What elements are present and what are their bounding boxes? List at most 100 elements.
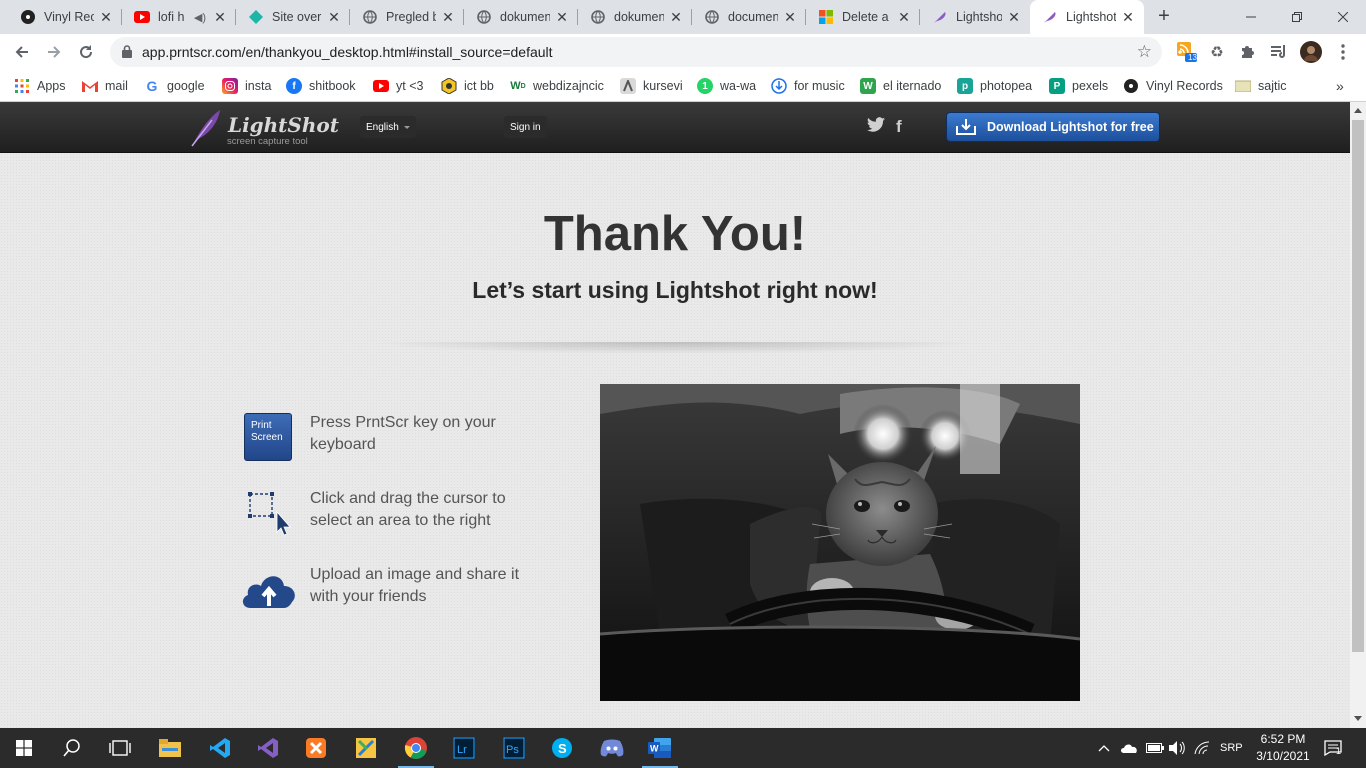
recycle-extension-icon[interactable]: ♻ [1206, 41, 1228, 63]
tab-lofi[interactable]: lofi h ◀) ✕ [122, 0, 236, 34]
sign-in-button[interactable]: Sign in [504, 116, 547, 138]
bookmark-pexels[interactable]: P pexels [1049, 76, 1108, 96]
visual-studio-icon[interactable] [244, 728, 292, 768]
lock-icon [122, 45, 132, 61]
word-icon[interactable]: W [636, 728, 684, 768]
notifications-icon[interactable]: 1 [1324, 728, 1342, 768]
tab-pregled[interactable]: Pregled b ✕ [350, 0, 464, 34]
close-tab-icon[interactable]: ✕ [326, 9, 342, 25]
battery-icon[interactable] [1146, 728, 1164, 768]
search-icon[interactable] [48, 728, 96, 768]
bookmark-apps[interactable]: Apps [14, 76, 66, 96]
speaker-icon[interactable]: ◀) [194, 11, 206, 24]
bookmark-sajtic[interactable]: sajtic [1235, 76, 1286, 96]
tab-dokumen-1[interactable]: dokumen ✕ [464, 0, 578, 34]
logo-name: LightShot [228, 113, 339, 137]
input-language-indicator[interactable]: SRP [1220, 728, 1243, 768]
menu-kebab-icon[interactable] [1332, 41, 1354, 63]
close-tab-icon[interactable]: ✕ [668, 9, 684, 25]
bookmark-el-iternado[interactable]: W el iternado [860, 76, 941, 96]
svg-text:W: W [650, 744, 659, 754]
close-tab-icon[interactable]: ✕ [440, 9, 456, 25]
bookmark-star-icon[interactable]: ☆ [1137, 42, 1152, 62]
minimize-button[interactable] [1228, 0, 1274, 34]
bookmark-shitbook[interactable]: f shitbook [286, 76, 356, 96]
more-bookmarks-chevron-icon[interactable]: » [1336, 76, 1344, 96]
profile-avatar[interactable] [1300, 41, 1322, 63]
extensions-puzzle-icon[interactable] [1236, 41, 1258, 63]
photopea-icon: p [957, 78, 973, 94]
app-icon[interactable] [342, 728, 390, 768]
close-tab-icon[interactable]: ✕ [212, 9, 228, 25]
tab-documen[interactable]: documen ✕ [692, 0, 806, 34]
close-tab-icon[interactable]: ✕ [896, 9, 912, 25]
bookmark-wa-wa[interactable]: 1 wa-wa [697, 76, 756, 96]
bookmark-ict-bb[interactable]: ict bb [441, 76, 494, 96]
bookmark-vinyl-records[interactable]: Vinyl Records [1123, 76, 1223, 96]
chrome-icon[interactable] [392, 728, 440, 768]
download-button-label: Download Lightshot for free [987, 120, 1154, 134]
scroll-up-arrow-icon[interactable] [1354, 108, 1362, 113]
vscode-icon[interactable] [196, 728, 244, 768]
globe-icon [590, 9, 606, 25]
svg-text:Ps: Ps [506, 744, 519, 756]
show-hidden-icons-chevron-icon[interactable] [1098, 728, 1110, 768]
tab-lightshot-1[interactable]: Lightshot ✕ [920, 0, 1030, 34]
tab-dokumen-2[interactable]: dokumen ✕ [578, 0, 692, 34]
forward-button[interactable] [40, 38, 68, 66]
photoshop-icon[interactable]: Ps [490, 728, 538, 768]
tab-title: Lightshot [1066, 10, 1116, 24]
restore-button[interactable] [1274, 0, 1320, 34]
tab-vinyl-records[interactable]: Vinyl Rec ✕ [8, 0, 122, 34]
twitter-icon[interactable] [867, 117, 885, 137]
bookmark-mail[interactable]: mail [82, 76, 128, 96]
bookmark-kursevi[interactable]: kursevi [620, 76, 683, 96]
system-clock[interactable]: 6:52 PM 3/10/2021 [1248, 731, 1318, 765]
tab-title: Vinyl Rec [44, 10, 94, 24]
tab-lightshot-active[interactable]: Lightshot ✕ [1030, 0, 1144, 34]
facebook-icon[interactable]: f [896, 117, 902, 137]
lightroom-icon[interactable]: Lr [440, 728, 488, 768]
tab-site-overview[interactable]: Site over ✕ [236, 0, 350, 34]
skype-icon[interactable]: S [538, 728, 586, 768]
reload-button[interactable] [72, 38, 100, 66]
close-tab-icon[interactable]: ✕ [782, 9, 798, 25]
page-title: Thank You! [543, 207, 807, 261]
close-tab-icon[interactable]: ✕ [1120, 9, 1136, 25]
bookmark-photopea[interactable]: p photopea [957, 76, 1032, 96]
close-tab-icon[interactable]: ✕ [1006, 9, 1022, 25]
language-select[interactable]: English [360, 116, 416, 138]
close-tab-icon[interactable]: ✕ [554, 9, 570, 25]
close-tab-icon[interactable]: ✕ [98, 9, 114, 25]
bookmark-label: wa-wa [720, 79, 757, 93]
xampp-icon[interactable] [292, 728, 340, 768]
close-window-button[interactable] [1320, 0, 1366, 34]
discord-icon[interactable] [588, 728, 636, 768]
page-scrollbar[interactable] [1350, 102, 1366, 728]
start-icon[interactable] [0, 728, 48, 768]
reload-icon [80, 45, 93, 59]
scrollbar-thumb[interactable] [1352, 120, 1364, 652]
download-lightshot-button[interactable]: Download Lightshot for free [946, 112, 1160, 142]
file-explorer-icon[interactable] [146, 728, 194, 768]
new-tab-button[interactable]: + [1152, 5, 1176, 29]
onedrive-cloud-icon[interactable] [1120, 728, 1138, 768]
scroll-down-arrow-icon[interactable] [1354, 716, 1362, 721]
bookmark-label: yt <3 [396, 79, 424, 93]
bookmark-label: el iternado [883, 79, 942, 93]
task-view-icon[interactable] [96, 728, 144, 768]
rss-extension-icon[interactable]: 13 [1176, 41, 1198, 63]
tab-title: Site over [272, 10, 322, 24]
bookmark-google[interactable]: G google [144, 76, 205, 96]
tab-delete-account[interactable]: Delete a ✕ [806, 0, 920, 34]
bookmark-insta[interactable]: insta [222, 76, 271, 96]
address-bar[interactable]: app.prntscr.com/en/thankyou_desktop.html… [110, 37, 1162, 67]
back-button[interactable] [8, 38, 36, 66]
media-control-icon[interactable] [1268, 41, 1290, 63]
lightshot-logo[interactable]: LightShot screen capture tool [188, 108, 339, 148]
volume-icon[interactable] [1169, 728, 1185, 768]
bookmark-yt[interactable]: yt <3 [373, 76, 423, 96]
bookmark-for-music[interactable]: for music [771, 76, 845, 96]
bookmark-webdizajncic[interactable]: WD webdizajncic [510, 76, 604, 96]
wifi-icon[interactable] [1194, 728, 1210, 768]
